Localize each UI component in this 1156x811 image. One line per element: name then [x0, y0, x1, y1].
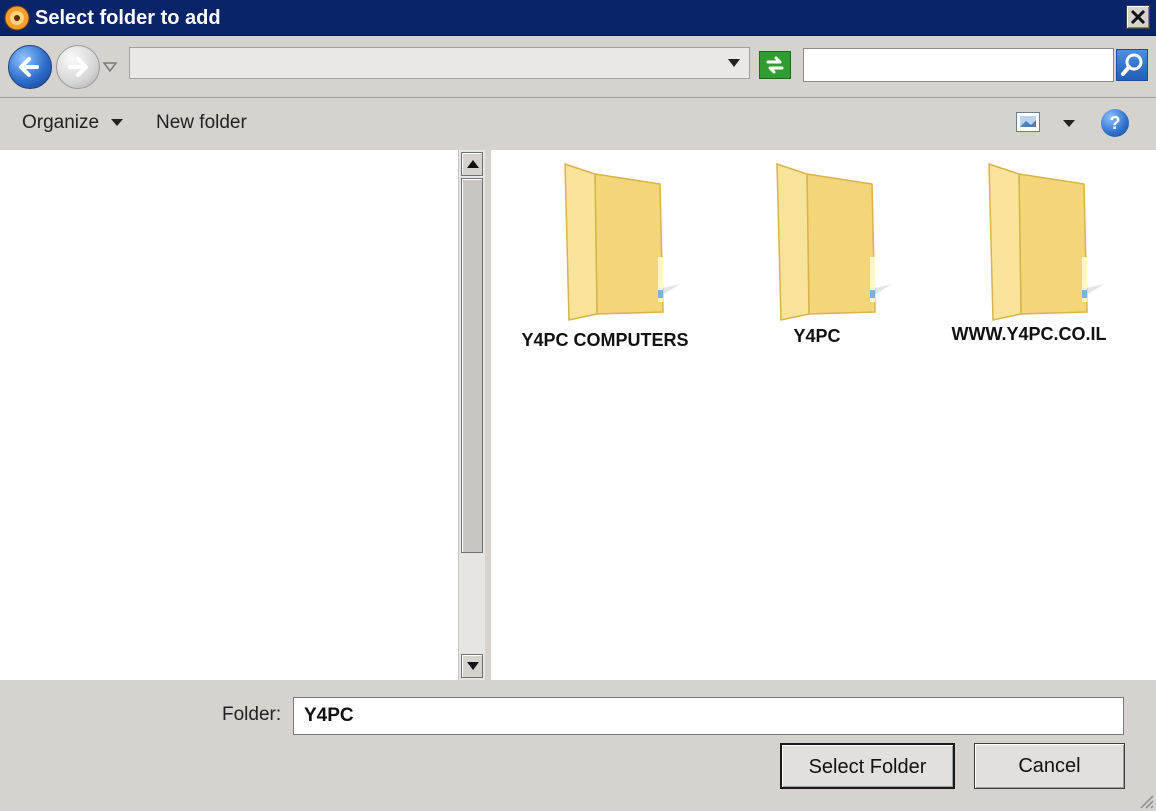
scroll-down-button[interactable]: [461, 654, 483, 678]
folder-icon: [564, 162, 680, 321]
search-button[interactable]: [1116, 49, 1148, 81]
view-dropdown-icon[interactable]: [1063, 120, 1075, 127]
folder-item[interactable]: WWW.Y4PC.CO.IL: [929, 160, 1129, 370]
close-button[interactable]: [1126, 5, 1150, 29]
refresh-icon: [766, 56, 784, 74]
folder-icon: [988, 162, 1104, 321]
forward-button[interactable]: [56, 45, 100, 89]
new-folder-button[interactable]: New folder: [156, 111, 247, 135]
address-bar[interactable]: [129, 47, 750, 79]
folder-field-label: Folder:: [222, 704, 282, 725]
address-dropdown-icon[interactable]: [727, 58, 741, 68]
scroll-down-icon: [467, 662, 479, 670]
resize-grip-icon[interactable]: [1136, 791, 1154, 809]
window-title: Select folder to add: [35, 7, 221, 29]
folder-label: Y4PC COMPUTERS: [521, 330, 689, 350]
search-icon: [1121, 53, 1143, 76]
cancel-button[interactable]: Cancel: [974, 743, 1125, 789]
history-dropdown-icon[interactable]: [102, 60, 118, 74]
scroll-up-icon: [467, 160, 479, 168]
folder-name-input[interactable]: Y4PC: [293, 697, 1124, 735]
scroll-thumb[interactable]: [461, 178, 483, 553]
folder-label: Y4PC: [793, 326, 841, 346]
search-input[interactable]: [803, 48, 1114, 82]
command-toolbar: Organize New folder ?: [0, 98, 1156, 150]
navigation-bar: [0, 36, 1156, 98]
folder-item[interactable]: Y4PC COMPUTERS: [505, 160, 705, 370]
folder-content-pane: Y4PC COMPUTERS Y4PC WWW.Y4PC.CO.IL: [491, 150, 1156, 680]
change-view-icon[interactable]: [1016, 112, 1040, 132]
back-button[interactable]: [8, 45, 52, 89]
navigation-scrollbar[interactable]: [458, 150, 485, 680]
back-arrow-icon: [19, 57, 39, 77]
organize-label: Organize: [22, 112, 100, 133]
select-folder-button[interactable]: Select Folder: [780, 743, 955, 789]
folder-item[interactable]: Y4PC: [717, 160, 917, 370]
dialog-footer: Folder: Y4PC Select Folder Cancel: [0, 680, 1156, 811]
navigation-pane[interactable]: [0, 150, 458, 680]
refresh-button[interactable]: [759, 51, 791, 79]
app-icon: [4, 5, 30, 31]
organize-button[interactable]: Organize: [22, 111, 124, 135]
help-icon[interactable]: ?: [1101, 109, 1129, 137]
new-folder-label: New folder: [156, 112, 247, 133]
scroll-up-button[interactable]: [461, 152, 483, 176]
close-icon: [1130, 9, 1146, 25]
folder-label: WWW.Y4PC.CO.IL: [951, 324, 1107, 344]
organize-dropdown-icon: [111, 119, 124, 127]
folder-icon: [776, 162, 892, 321]
title-bar: Select folder to add: [0, 0, 1156, 36]
view-thumbnail-icon: [1020, 116, 1036, 127]
forward-arrow-icon: [68, 57, 88, 77]
